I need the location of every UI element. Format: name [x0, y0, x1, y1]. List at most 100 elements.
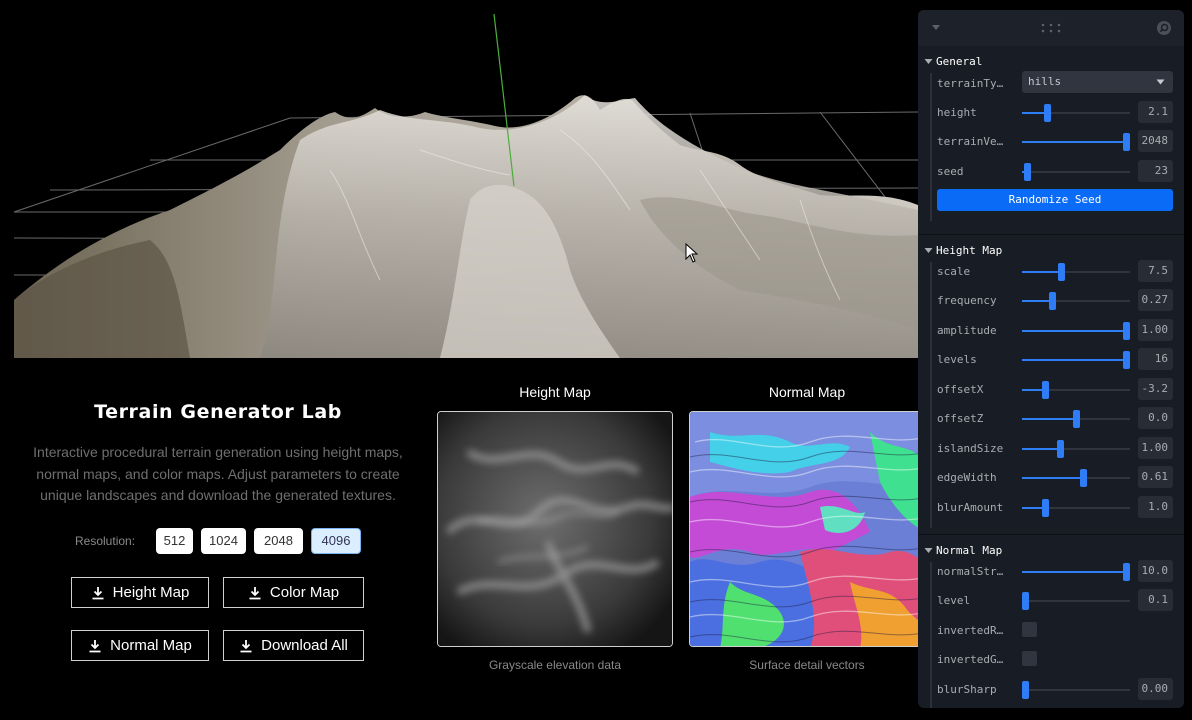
scale-value[interactable]: 7.5: [1138, 260, 1173, 282]
height-slider[interactable]: [1022, 104, 1130, 122]
normal-strength-label: normalStr…: [937, 565, 1004, 578]
slider-knob[interactable]: [1022, 681, 1029, 699]
height-map-preview: [437, 411, 673, 647]
inverted-r-label: invertedR…: [937, 624, 1004, 637]
height-map-title: Height Map: [519, 384, 591, 400]
slider-knob[interactable]: [1072, 410, 1080, 428]
download-color-map-button[interactable]: Color Map: [223, 577, 364, 608]
slider-knob[interactable]: [1042, 381, 1050, 399]
height-value[interactable]: 2.1: [1138, 101, 1173, 123]
amplitude-label: amplitude: [937, 324, 997, 337]
slider-knob[interactable]: [1123, 563, 1130, 581]
normal-map-title: Normal Map: [768, 384, 846, 400]
amplitude-value[interactable]: 1.00: [1138, 319, 1173, 341]
download-normal-map-label: Normal Map: [110, 637, 192, 654]
resolution-2048-button[interactable]: 2048: [254, 528, 303, 554]
offset-x-value[interactable]: -3.2: [1138, 378, 1173, 400]
resolution-label: Resolution:: [75, 534, 136, 548]
frequency-value[interactable]: 0.27: [1138, 289, 1173, 311]
slider-knob[interactable]: [1049, 292, 1057, 310]
island-size-slider[interactable]: [1022, 440, 1130, 458]
normal-strength-value[interactable]: 10.0: [1138, 560, 1173, 582]
terrain-type-select[interactable]: hills: [1022, 71, 1173, 93]
resolution-1024-button[interactable]: 1024: [201, 528, 246, 554]
download-height-map-label: Height Map: [112, 584, 190, 601]
slider-knob[interactable]: [1042, 499, 1050, 517]
offset-z-label: offsetZ: [937, 412, 984, 425]
terrain-scene: [13, 13, 918, 358]
levels-slider[interactable]: [1022, 351, 1130, 369]
offset-z-value[interactable]: 0.0: [1138, 407, 1173, 429]
blur-sharp-label: blurSharp: [937, 683, 997, 696]
edge-width-slider[interactable]: [1022, 469, 1130, 487]
resolution-512-button[interactable]: 512: [156, 528, 193, 554]
island-size-label: islandSize: [937, 442, 1004, 455]
slider-knob[interactable]: [1024, 163, 1032, 181]
collapse-panel-icon[interactable]: [931, 23, 941, 31]
slider-knob[interactable]: [1058, 263, 1066, 281]
download-icon: [240, 639, 252, 652]
height-map-caption: Grayscale elevation data: [488, 658, 622, 672]
app-description: Interactive procedural terrain generatio…: [33, 444, 403, 503]
inverted-g-label: invertedG…: [937, 653, 1004, 666]
seed-value[interactable]: 23: [1138, 160, 1173, 182]
slider-knob[interactable]: [1044, 104, 1052, 122]
general-folder-title[interactable]: General: [936, 55, 982, 68]
edge-width-value[interactable]: 0.61: [1138, 466, 1173, 488]
slider-knob[interactable]: [1123, 322, 1130, 340]
scale-slider[interactable]: [1022, 263, 1130, 281]
levels-value[interactable]: 16: [1138, 348, 1173, 370]
slider-knob[interactable]: [1079, 469, 1087, 487]
level-value[interactable]: 0.1: [1138, 589, 1173, 611]
slider-knob[interactable]: [1123, 351, 1130, 369]
offset-z-slider[interactable]: [1022, 410, 1130, 428]
search-icon[interactable]: [1156, 20, 1172, 36]
slider-knob[interactable]: [1123, 133, 1130, 151]
panel-header[interactable]: [918, 10, 1184, 46]
folder-caret-icon[interactable]: [924, 247, 933, 254]
download-normal-map-button[interactable]: Normal Map: [71, 630, 209, 661]
scale-label: scale: [937, 265, 971, 278]
levels-label: levels: [937, 353, 977, 366]
blur-amount-slider[interactable]: [1022, 499, 1130, 517]
app-title: Terrain Generator Lab: [94, 401, 342, 423]
island-size-value[interactable]: 1.00: [1138, 437, 1173, 459]
randomize-seed-button[interactable]: Randomize Seed: [937, 189, 1173, 211]
resolution-4096-button[interactable]: 4096: [311, 528, 361, 554]
level-label: level: [937, 594, 971, 607]
folder-caret-icon[interactable]: [924, 58, 933, 65]
download-height-map-button[interactable]: Height Map: [71, 577, 209, 608]
blur-sharp-slider[interactable]: [1022, 681, 1130, 699]
info-panel: Terrain Generator Lab Interactive proced…: [0, 385, 436, 554]
download-all-button[interactable]: Download All: [223, 630, 364, 661]
download-icon: [249, 586, 261, 599]
inverted-r-checkbox[interactable]: [1022, 622, 1037, 637]
terrain-viewport[interactable]: [0, 0, 918, 358]
download-all-label: Download All: [261, 637, 348, 654]
folder-caret-icon[interactable]: [924, 547, 933, 554]
normal-strength-slider[interactable]: [1022, 563, 1130, 581]
terrain-vertices-slider[interactable]: [1022, 133, 1130, 151]
offset-x-label: offsetX: [937, 383, 984, 396]
terrain-vertices-value[interactable]: 2048: [1138, 130, 1173, 152]
level-slider[interactable]: [1022, 592, 1130, 610]
blur-sharp-value[interactable]: 0.00: [1138, 678, 1173, 700]
blur-amount-value[interactable]: 1.0: [1138, 496, 1173, 518]
terrain-type-label: terrainTy…: [937, 77, 1004, 90]
slider-knob[interactable]: [1022, 592, 1029, 610]
controls-panel: General terrainTy… hills height 2.1 terr…: [918, 10, 1184, 708]
blur-amount-label: blurAmount: [937, 501, 1004, 514]
offset-x-slider[interactable]: [1022, 381, 1130, 399]
height-label: height: [937, 106, 977, 119]
resolution-row: Resolution: 512 1024 2048 4096: [0, 528, 436, 554]
seed-slider[interactable]: [1022, 163, 1130, 181]
normal-map-folder-title[interactable]: Normal Map: [936, 544, 1002, 557]
inverted-g-checkbox[interactable]: [1022, 651, 1037, 666]
frequency-slider[interactable]: [1022, 292, 1130, 310]
download-color-map-label: Color Map: [269, 584, 340, 601]
height-map-folder-title[interactable]: Height Map: [936, 244, 1002, 257]
download-icon: [89, 639, 101, 652]
drag-handle-icon[interactable]: [1040, 22, 1062, 34]
slider-knob[interactable]: [1057, 440, 1065, 458]
amplitude-slider[interactable]: [1022, 322, 1130, 340]
